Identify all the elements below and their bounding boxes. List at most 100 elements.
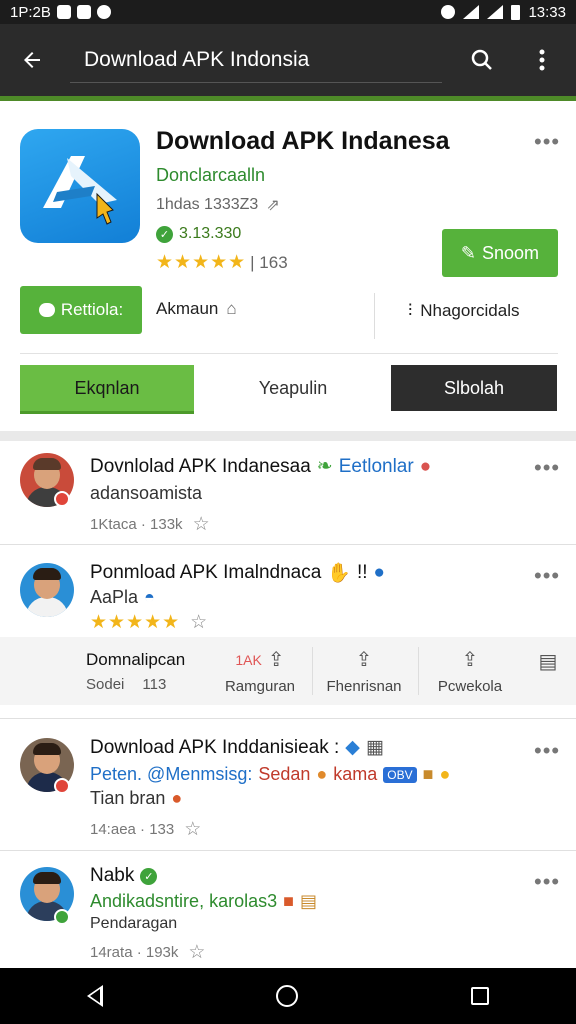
account-action[interactable]: Akmaun ⌂ (156, 299, 237, 319)
rating-text: | 163 (250, 252, 288, 272)
developer-name[interactable]: Donclarcaalln (156, 165, 265, 186)
tab-2[interactable]: Yeapulin (200, 365, 386, 411)
nav-home-icon[interactable] (275, 985, 298, 1007)
post-subtitle-c: kama (333, 764, 378, 784)
share-icon[interactable]: ⇗ (266, 195, 279, 215)
cursor-icon: ⫶ (408, 301, 413, 320)
app-title: Download APK Indanesa (156, 127, 450, 155)
verified-row: ✓ 3.13.330 (156, 225, 241, 243)
share-badge: 1AK (235, 651, 262, 668)
post-title: Ponmload APK Imalndnaca ✋ !! ● (90, 561, 385, 585)
more-horiz-icon[interactable]: ••• (534, 455, 560, 481)
more-horiz-icon[interactable]: ••• (534, 129, 560, 155)
status-bar: 1P:2B 13:33 (0, 0, 576, 24)
post-title-text: Ponmload APK Imalndnaca (90, 562, 322, 583)
share-summary[interactable]: Domnalipcan Sodei 113 (86, 637, 212, 705)
tab-bar: Ekqnlan Yeapulin Slbolah (0, 365, 576, 415)
star-outline-icon[interactable]: ☆ (193, 513, 210, 536)
upload-icon: ⇪ (267, 649, 285, 671)
nav-recents-icon[interactable] (471, 987, 490, 1005)
post-subtitle-b: Sedan (258, 764, 311, 784)
search-icon[interactable] (452, 24, 512, 96)
emoji-icon: ● (316, 764, 328, 784)
emoji-icon: ■ (283, 891, 294, 911)
house-icon: ⌂ (226, 299, 237, 318)
tab-label: Slbolah (443, 377, 505, 398)
emoji-icon: ▤ (299, 891, 317, 911)
share-option-label: Ramguran (224, 678, 296, 695)
chat-bubble-icon (38, 303, 55, 317)
section-divider (0, 431, 576, 441)
wifi-icon (463, 5, 480, 19)
post-subtitle: Andikadsntire, karolas3 ■ ▤ (90, 891, 317, 912)
post-subtitle-text: Andikadsntire, karolas3 (90, 891, 278, 911)
post-title-text: Dovnlolad APK Indanesaa (90, 455, 311, 477)
tab-3[interactable]: Slbolah (391, 365, 557, 411)
post-title-tag: !! (356, 562, 368, 583)
app-meta: 1hdas 1333Z3 ⇗ (156, 195, 280, 215)
more-vert-icon[interactable] (512, 24, 572, 96)
list-item[interactable]: Nabk ✓ ••• Andikadsntire, karolas3 ■ ▤ P… (0, 851, 576, 968)
star-outline-icon[interactable]: ☆ (188, 941, 205, 964)
post-subtitle: Peten. @Menmsisg: Sedan ● kama OBV ■ ● (90, 764, 450, 785)
post-line3-text: Tian bran (90, 788, 166, 808)
list-item[interactable]: Ponmload APK Imalndnaca ✋ !! ● ••• AaPla… (0, 545, 576, 719)
notification-icon (56, 5, 71, 19)
status-time-left: 1P:2B (10, 3, 51, 21)
share-count-label: Sodei (86, 675, 125, 693)
back-arrow-icon[interactable] (0, 24, 64, 96)
app-card: Download APK Indanesa ••• Donclarcaalln … (0, 101, 576, 431)
badge-icon (54, 491, 70, 507)
upload-icon: ⇪ (355, 649, 373, 671)
divider (374, 293, 375, 339)
notification-icon (76, 5, 91, 19)
search-query: Download APK Indonsia (84, 47, 310, 71)
star-outline-icon[interactable]: ☆ (190, 611, 207, 634)
avatar[interactable] (20, 563, 74, 617)
more-horiz-icon[interactable]: ••• (534, 869, 560, 895)
post-meta-text: 14rata · 193k (90, 944, 179, 961)
navigation-action[interactable]: ⫶ Nhagorcidals (408, 301, 519, 321)
toolbar: Download APK Indonsia (0, 24, 576, 96)
install-button[interactable]: ✎ Snoom (442, 229, 558, 277)
list-item[interactable]: Download APK Inddanisieak : ◆ ▦ ••• Pete… (0, 720, 576, 851)
leaf-icon: ❧ (316, 456, 333, 477)
divider (418, 647, 419, 695)
account-label: Akmaun (156, 299, 219, 318)
app-icon[interactable] (20, 129, 140, 243)
post-stars: ★★★★★ (90, 612, 181, 633)
more-horiz-icon[interactable]: ••• (534, 563, 560, 589)
more-horiz-icon[interactable]: ••• (534, 738, 560, 764)
action-row: Rettiola: Akmaun ⌂ ⫶ Nhagorcidals (0, 285, 576, 345)
post-line3: Tian bran ● (90, 788, 182, 809)
post-subtitle: adansoamista (90, 483, 203, 503)
pencil-icon: ✎ (460, 242, 477, 263)
emoji-icon: ■ (422, 764, 434, 784)
reply-button[interactable]: Rettiola: (20, 286, 142, 334)
post-title: Dovnlolad APK Indanesaa ❧ Eetlonlar ● (90, 455, 431, 478)
app-meta-text: 1hdas 1333Z3 (156, 196, 259, 213)
share-option[interactable]: ⇪ Pcwekola (420, 637, 520, 705)
tab-indicator (20, 411, 194, 414)
share-option[interactable]: ⇪ Fhenrisnan (314, 637, 414, 705)
emoji-icon: ● (439, 764, 451, 784)
list-item[interactable]: Dovnlolad APK Indanesaa ❧ Eetlonlar ● ••… (0, 441, 576, 545)
tab-1[interactable]: Ekqnlan (20, 365, 194, 411)
post-title-text: Download APK Inddanisieak : (90, 736, 340, 758)
upload-icon: ⇪ (461, 649, 479, 671)
diamond-icon: ◆ (345, 737, 360, 758)
post-meta-text: 1Ktaca · 133k (90, 516, 183, 533)
document-icon[interactable]: ▤ (530, 637, 566, 705)
share-option[interactable]: 1AK ⇪ Ramguran (210, 637, 310, 705)
emoji-icon: ◓ (144, 587, 155, 607)
nav-back-icon[interactable] (86, 985, 103, 1007)
post-subtitle-text: AaPla (90, 587, 139, 607)
search-input[interactable]: Download APK Indonsia (70, 37, 442, 83)
post-title: Nabk ✓ (90, 865, 158, 887)
badge-icon (54, 778, 70, 794)
star-outline-icon[interactable]: ☆ (184, 818, 201, 841)
emoji-icon: ✋ (327, 563, 351, 584)
post-subtitle-tag: OBV (383, 766, 417, 783)
post-meta: 1Ktaca · 133k ☆ (90, 513, 210, 536)
battery-icon (511, 4, 521, 20)
